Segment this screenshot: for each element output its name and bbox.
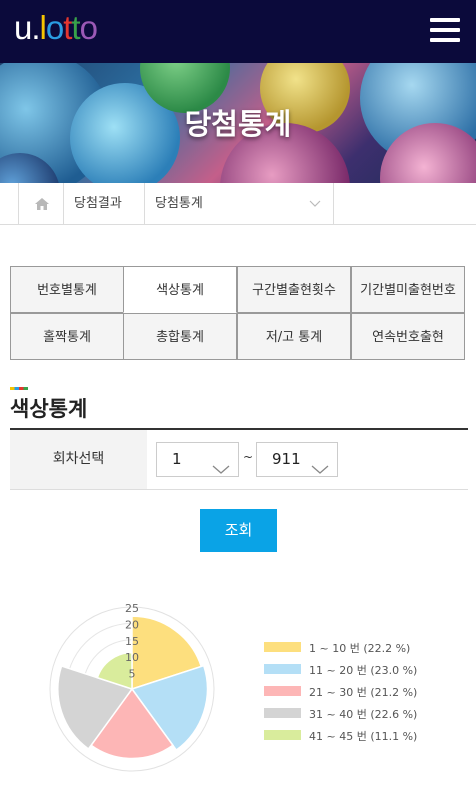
legend-label: 31 ~ 40 번 (22.6 %) [309,708,418,721]
breadcrumb-item-result[interactable]: 당첨결과 [64,183,145,225]
chart-tick-label: 10 [125,651,139,664]
legend-swatch [264,730,301,740]
tab-low-high[interactable]: 저/고 통계 [237,313,351,360]
tab-period-missing[interactable]: 기간별미출현번호 [351,266,465,313]
round-select-label: 회차선택 [10,430,147,489]
legend-swatch [264,642,301,652]
tab-number-stats[interactable]: 번호별통계 [10,266,124,313]
legend-label: 11 ~ 20 번 (23.0 %) [309,664,418,677]
round-to-select[interactable]: 911 [256,442,338,477]
breadcrumb-home[interactable] [18,183,64,225]
select-value: 911 [272,450,301,468]
color-stats-polar-chart: 25 20 15 10 5 [49,602,215,772]
tab-consecutive[interactable]: 연속번호출현 [351,313,465,360]
tab-odd-even[interactable]: 홀짝통계 [10,313,124,360]
legend-label: 21 ~ 30 번 (21.2 %) [309,686,418,699]
search-button[interactable]: 조회 [200,509,277,552]
range-separator: ~ [243,450,254,464]
breadcrumb: 당첨결과 당첨통계 [0,183,476,225]
chevron-down-icon [311,454,329,487]
site-logo[interactable]: u.lotto [14,9,98,47]
section-title: 색상통계 [10,397,88,421]
logo-letter: t [71,9,80,46]
breadcrumb-label: 당첨통계 [155,196,203,211]
top-navigation-bar: u.lotto [0,0,476,63]
tab-section-count[interactable]: 구간별출현횟수 [237,266,351,313]
chart-tick-label: 20 [125,618,139,631]
logo-letter: o [45,9,64,46]
section-title-accent [10,387,28,390]
legend-label: 41 ~ 45 번 (11.1 %) [309,730,418,743]
chart-tick-label: 15 [125,635,139,648]
page-title: 당첨통계 [184,107,292,141]
chevron-down-icon [212,454,230,487]
tab-color-stats[interactable]: 색상통계 [123,266,237,313]
logo-letter: o [79,9,98,46]
hamburger-menu-icon[interactable] [430,15,460,45]
legend-label: 1 ~ 10 번 (22.2 %) [309,642,411,655]
chart-tick-label: 25 [125,602,139,615]
breadcrumb-item-stats-dropdown[interactable]: 당첨통계 [145,183,334,225]
home-icon [35,198,49,210]
chevron-down-icon [309,183,321,242]
hamburger-line [430,18,460,22]
chart-tick-label: 5 [129,668,136,681]
hamburger-line [430,28,460,32]
tab-sum-stats[interactable]: 총합통계 [123,313,237,360]
round-selector-row: 회차선택 1 ~ 911 [10,430,468,490]
breadcrumb-label: 당첨결과 [74,196,122,211]
legend-swatch [264,664,301,674]
select-value: 1 [172,450,182,468]
logo-letter-u: u [14,9,32,46]
logo-dot: . [31,9,40,46]
legend-swatch [264,686,301,696]
page-banner: 당첨통계 [0,63,476,183]
round-from-select[interactable]: 1 [156,442,239,477]
legend-swatch [264,708,301,718]
hamburger-line [430,38,460,42]
